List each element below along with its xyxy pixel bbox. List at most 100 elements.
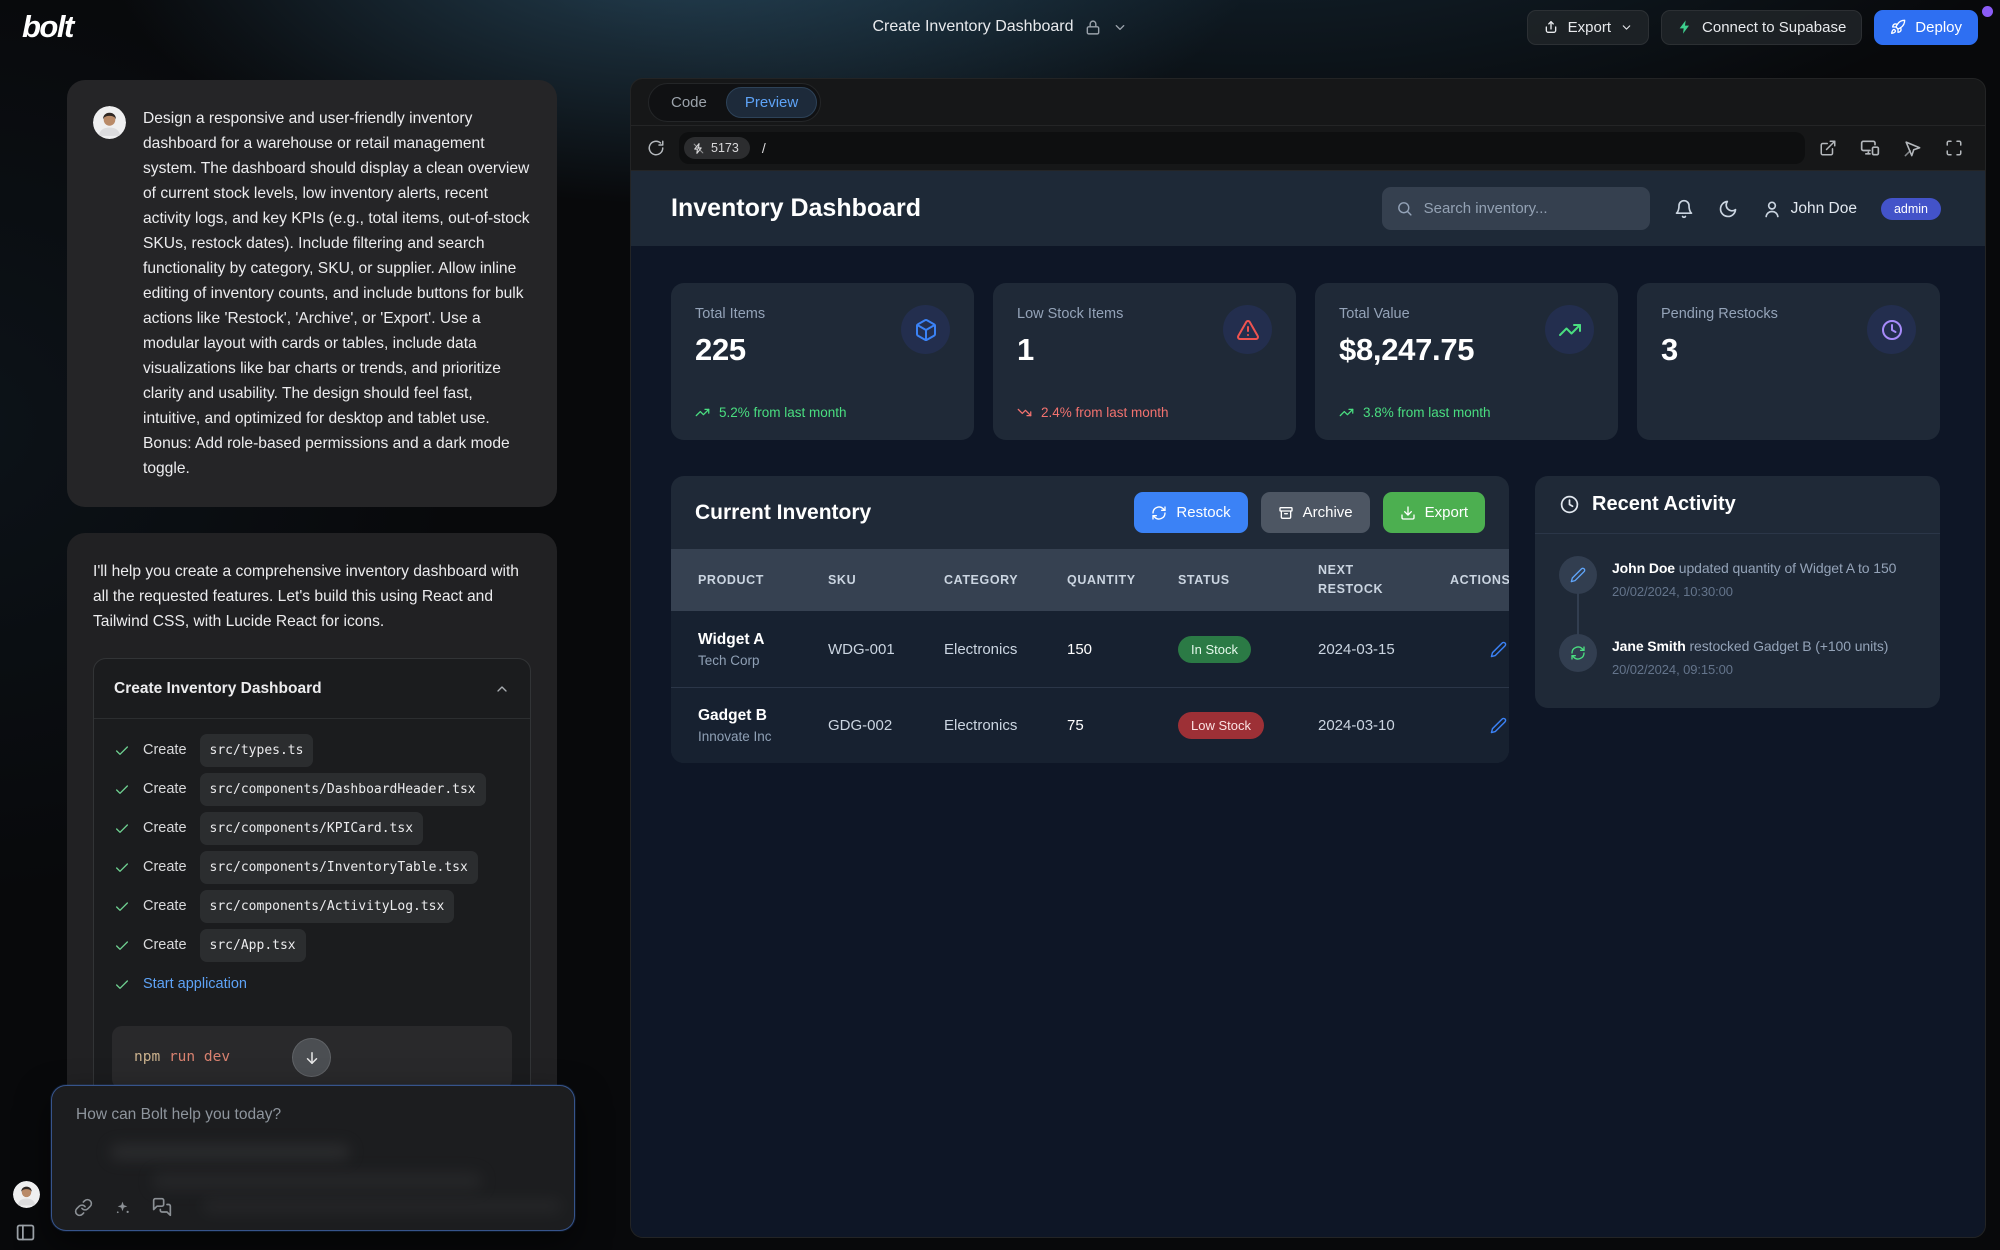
moon-icon[interactable] (1718, 199, 1738, 219)
start-application-step: Start application (114, 971, 510, 998)
chat-icon[interactable] (152, 1197, 172, 1217)
chat-input-toolbar (74, 1197, 172, 1217)
devices-icon[interactable] (1860, 138, 1880, 158)
kpi-card-total-items: Total Items 225 5.2% from last month (671, 283, 974, 440)
file-chip[interactable]: src/components/InventoryTable.tsx (200, 851, 478, 884)
redacted-suggestion (152, 1172, 482, 1190)
user-icon (1762, 199, 1782, 219)
file-chip[interactable]: src/components/KPICard.tsx (200, 812, 424, 845)
activity-text: Jane Smith restocked Gadget B (+100 unit… (1612, 634, 1888, 680)
chevron-down-icon (1620, 21, 1633, 34)
table-row: Widget A Tech Corp WDG-001 Electronics 1… (671, 611, 1509, 687)
category-cell: Electronics (944, 641, 1067, 658)
link-icon[interactable] (74, 1198, 93, 1217)
user-menu[interactable]: John Doe (1762, 199, 1857, 219)
project-title-group[interactable]: Create Inventory Dashboard (873, 18, 1128, 36)
check-icon (114, 938, 130, 954)
file-chip[interactable]: src/App.tsx (200, 929, 306, 962)
command-binary: npm (134, 1049, 160, 1065)
restock-date-cell: 2024-03-15 (1318, 641, 1450, 658)
arrow-down-icon (303, 1049, 321, 1067)
quantity-cell: 75 (1067, 717, 1178, 734)
archive-icon (1278, 505, 1294, 521)
account-avatar[interactable] (13, 1181, 40, 1208)
kpi-card-low-stock: Low Stock Items 1 2.4% from last month (993, 283, 1296, 440)
sidebar-toggle-icon[interactable] (15, 1222, 36, 1243)
tab-preview[interactable]: Preview (726, 87, 817, 118)
bulk-actions: Restock Archive Export (1134, 492, 1485, 533)
refresh-icon (1151, 505, 1167, 521)
artifact-step: Create src/types.ts (114, 737, 510, 764)
table-header-row: Product SKU Category Quantity Status Nex… (671, 549, 1509, 611)
activity-list: John Doe updated quantity of Widget A to… (1535, 534, 1940, 708)
dashboard-header: Inventory Dashboard John Doe admin (631, 171, 1985, 246)
activity-header: Recent Activity (1535, 476, 1940, 534)
activity-timestamp: 20/02/2024, 09:15:00 (1612, 661, 1888, 680)
assistant-message: I'll help you create a comprehensive inv… (67, 533, 557, 1177)
kpi-card-pending-restocks: Pending Restocks 3 (1637, 283, 1940, 440)
preview-url-bar: 5173 / (631, 125, 1985, 171)
download-icon (1400, 505, 1416, 521)
connect-supabase-button[interactable]: Connect to Supabase (1661, 10, 1862, 45)
url-address-field[interactable]: 5173 / (679, 132, 1805, 164)
check-icon (114, 782, 130, 798)
export-csv-button[interactable]: Export (1383, 492, 1485, 533)
inventory-header: Current Inventory Restock Archive Exp (671, 476, 1509, 549)
inventory-app: Inventory Dashboard John Doe admin Total… (631, 171, 1985, 1237)
dashboard-main-row: Current Inventory Restock Archive Exp (671, 476, 1940, 763)
clock-icon (1559, 494, 1580, 515)
reload-icon[interactable] (647, 139, 665, 157)
column-header: Actions (1450, 573, 1509, 587)
search-box[interactable] (1382, 187, 1650, 230)
redacted-suggestion (110, 1144, 350, 1160)
artifact-step: Create src/components/InventoryTable.tsx (114, 854, 510, 881)
file-chip[interactable]: src/types.ts (200, 734, 314, 767)
deploy-button[interactable]: Deploy (1874, 10, 1978, 45)
clock-icon (1867, 305, 1916, 354)
export-button[interactable]: Export (1527, 10, 1649, 45)
bell-icon[interactable] (1674, 199, 1694, 219)
bolt-logo[interactable]: bolt (22, 9, 73, 45)
artifact-step: Create src/components/KPICard.tsx (114, 815, 510, 842)
file-chip[interactable]: src/components/ActivityLog.tsx (200, 890, 455, 923)
inspector-off-icon[interactable] (1903, 139, 1922, 158)
kpi-trend: 2.4% from last month (1017, 405, 1169, 420)
start-application-link[interactable]: Start application (143, 972, 247, 997)
sparkles-icon[interactable] (113, 1198, 132, 1217)
assistant-intro-text: I'll help you create a comprehensive inv… (93, 559, 531, 634)
chevron-down-icon[interactable] (1113, 20, 1128, 35)
external-link-icon[interactable] (1819, 139, 1837, 157)
activity-timestamp: 20/02/2024, 10:30:00 (1612, 583, 1896, 602)
port-chip[interactable]: 5173 (684, 137, 750, 159)
category-cell: Electronics (944, 717, 1067, 734)
artifact-title: Create Inventory Dashboard (114, 676, 322, 701)
page-title: Inventory Dashboard (671, 194, 921, 223)
lock-icon[interactable] (1085, 19, 1102, 36)
artifact-step: Create src/App.tsx (114, 932, 510, 959)
preview-actions (1819, 138, 1969, 158)
product-cell: Widget A Tech Corp (698, 631, 828, 668)
alert-triangle-icon (1223, 305, 1272, 354)
chevron-up-icon[interactable] (494, 681, 510, 697)
user-message-text: Design a responsive and user-friendly in… (143, 106, 531, 481)
rocket-icon (1890, 19, 1906, 35)
activity-text: John Doe updated quantity of Widget A to… (1612, 556, 1896, 602)
artifact-header[interactable]: Create Inventory Dashboard (94, 659, 530, 719)
fullscreen-icon[interactable] (1945, 139, 1963, 157)
restock-button[interactable]: Restock (1134, 492, 1247, 533)
file-chip[interactable]: src/components/DashboardHeader.tsx (200, 773, 486, 806)
scroll-down-button[interactable] (292, 1038, 331, 1077)
tab-code[interactable]: Code (652, 87, 726, 118)
column-header: Product (698, 573, 828, 587)
search-icon (1396, 200, 1413, 217)
status-cell: Low Stock (1178, 712, 1318, 739)
archive-button[interactable]: Archive (1261, 492, 1370, 533)
edit-pencil-icon[interactable] (1490, 717, 1509, 734)
edit-pencil-icon[interactable] (1490, 641, 1509, 658)
search-input[interactable] (1424, 200, 1636, 217)
kpi-card-total-value: Total Value $8,247.75 3.8% from last mon… (1315, 283, 1618, 440)
check-icon (114, 899, 130, 915)
chat-input-box[interactable]: How can Bolt help you today? (51, 1085, 575, 1231)
column-header: Next Restock (1318, 561, 1390, 600)
user-message: Design a responsive and user-friendly in… (67, 80, 557, 507)
